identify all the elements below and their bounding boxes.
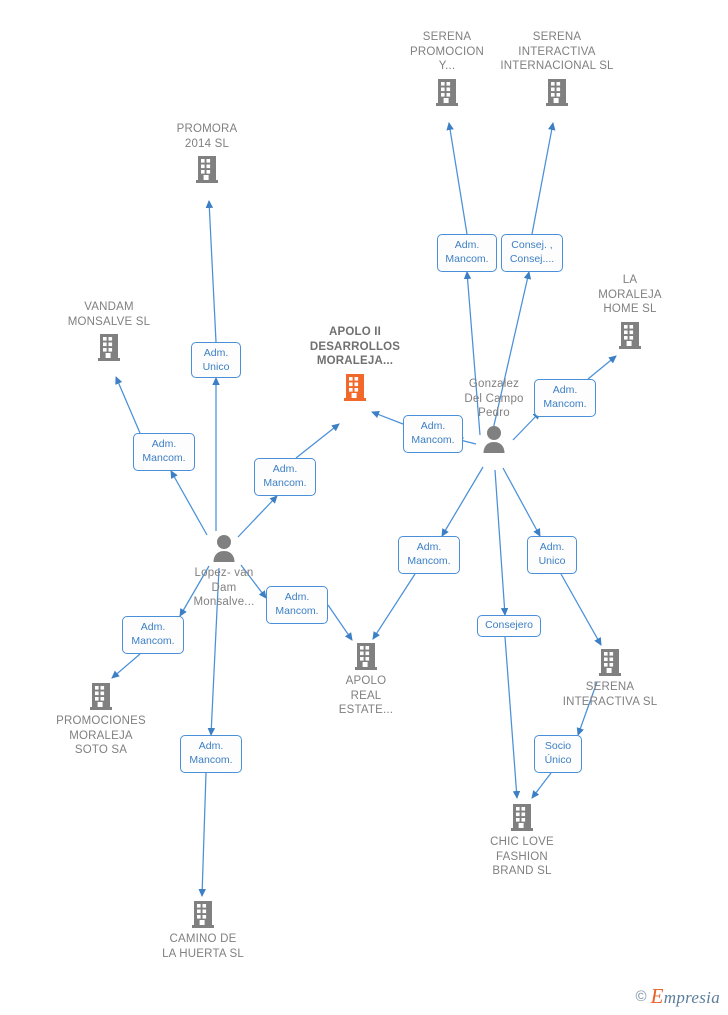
node-chic-love-fashion-brand[interactable]: CHIC LOVE FASHION BRAND SL: [462, 802, 582, 879]
node-serena-interactiva-internacional[interactable]: SERENA INTERACTIVA INTERNACIONAL SL: [497, 30, 617, 107]
building-icon: [342, 372, 368, 402]
building-icon: [194, 154, 220, 184]
building-icon: [597, 647, 623, 677]
node-label: CAMINO DE LA HUERTA SL: [162, 933, 244, 960]
node-la-moraleja-home[interactable]: LA MORALEJA HOME SL: [570, 273, 690, 350]
node-label: APOLO II DESARROLLOS MORALEJA...: [309, 326, 401, 367]
person-icon: [210, 533, 238, 563]
edge-lopez-apoloii-b: [295, 423, 340, 459]
node-label: PROMORA 2014 SL: [176, 123, 238, 150]
edge-gonzalez-chiclove-a: [494, 469, 509, 616]
node-camino-de-la-huerta[interactable]: CAMINO DE LA HUERTA SL: [143, 899, 263, 961]
edge-label-promora[interactable]: Adm. Unico: [191, 342, 241, 378]
edge-lopez-apolore-b: [327, 604, 353, 641]
edge-gonzalez-apoloii-b: [371, 411, 404, 425]
node-label: SERENA PROMOCION Y...: [410, 31, 484, 72]
edge-label-serena-interactiva[interactable]: Adm. Unico: [527, 536, 577, 574]
building-icon: [434, 77, 460, 107]
node-label: LA MORALEJA HOME SL: [598, 274, 662, 315]
building-icon: [88, 681, 114, 711]
node-apolo-real-estate[interactable]: APOLO REAL ESTATE...: [306, 641, 426, 718]
node-serena-interactiva[interactable]: SERENA INTERACTIVA SL: [550, 647, 670, 709]
node-promociones-moraleja-soto[interactable]: PROMOCIONES MORALEJA SOTO SA: [41, 681, 161, 758]
node-serena-promocion[interactable]: SERENA PROMOCION Y...: [387, 30, 507, 107]
edge-label-socio-unico[interactable]: Socio Único: [534, 735, 582, 773]
building-icon: [617, 320, 643, 350]
node-label: SERENA INTERACTIVA INTERNACIONAL SL: [500, 31, 614, 72]
node-label: SERENA INTERACTIVA SL: [562, 681, 658, 708]
building-icon: [353, 641, 379, 671]
building-icon: [190, 899, 216, 929]
edge-gonzalez-serena-internacional-b: [531, 122, 556, 235]
edge-gonzalez-apolore-b: [372, 573, 416, 640]
edge-gonzalez-serena-promocion-b: [446, 122, 468, 235]
node-apolo-ii-desarrollos[interactable]: APOLO II DESARROLLOS MORALEJA...: [295, 325, 415, 402]
node-label: APOLO REAL ESTATE...: [338, 675, 394, 716]
node-label: VANDAM MONSALVE SL: [67, 301, 151, 328]
building-icon: [544, 77, 570, 107]
edge-label-camino-huerta[interactable]: Adm. Mancom.: [180, 735, 242, 773]
edge-label-apolo-real-estate-gonzalez[interactable]: Adm. Mancom.: [398, 536, 460, 574]
node-label: PROMOCIONES MORALEJA SOTO SA: [56, 715, 146, 756]
edge-label-apolo-real-estate-lopez[interactable]: Adm. Mancom.: [266, 586, 328, 624]
building-icon: [509, 802, 535, 832]
edge-lopez-apoloii-a: [237, 495, 278, 538]
person-icon: [480, 424, 508, 454]
edge-gonzalez-serenaint-a: [502, 467, 541, 537]
edge-serenaint-chiclove-b: [531, 772, 552, 799]
edge-label-serena-promocion[interactable]: Adm. Mancom.: [437, 234, 497, 272]
node-label: Gonzalez Del Campo Pedro: [464, 378, 524, 419]
empresia-watermark: © Empresia: [636, 984, 720, 1009]
edge-gonzalez-moraleja-b: [587, 355, 617, 380]
node-vandam-monsalve[interactable]: VANDAM MONSALVE SL: [49, 300, 169, 362]
edge-lopez-promociones-b: [111, 653, 141, 679]
edge-label-serena-internacional[interactable]: Consej. , Consej....: [501, 234, 563, 272]
edge-label-consejero[interactable]: Consejero: [477, 615, 541, 637]
graph-edges: [111, 122, 617, 897]
edge-label-promociones-moraleja[interactable]: Adm. Mancom.: [122, 616, 184, 654]
copyright-icon: ©: [635, 988, 647, 1005]
edge-gonzalez-apolore-a: [441, 466, 484, 537]
edge-gonzalez-chiclove-b: [504, 636, 521, 799]
edge-label-apolo-ii-gonzalez[interactable]: Adm. Mancom.: [403, 415, 463, 453]
edge-label-apolo-ii-lopez[interactable]: Adm. Mancom.: [254, 458, 316, 496]
brand-name: Empresia: [651, 984, 720, 1009]
edge-label-vandam[interactable]: Adm. Mancom.: [133, 433, 195, 471]
edge-lopez-camino-b: [198, 772, 207, 897]
edge-lopez-promora-b: [205, 200, 217, 343]
node-label: Lopez- van Dam Monsalve...: [193, 567, 255, 608]
edge-lopez-vandam-a: [170, 470, 208, 536]
edge-lopez-vandam-b: [115, 376, 141, 434]
brand-rest: mpresia: [663, 988, 720, 1007]
node-label: CHIC LOVE FASHION BRAND SL: [490, 836, 554, 877]
building-icon: [96, 332, 122, 362]
node-promora-2014[interactable]: PROMORA 2014 SL: [147, 122, 267, 184]
brand-initial: E: [650, 984, 664, 1008]
relationship-graph: SERENA PROMOCION Y... SERENA INTERACTIVA…: [0, 0, 728, 1015]
edge-label-la-moraleja-home[interactable]: Adm. Mancom.: [534, 379, 596, 417]
edge-gonzalez-serenaint-b: [560, 573, 602, 646]
